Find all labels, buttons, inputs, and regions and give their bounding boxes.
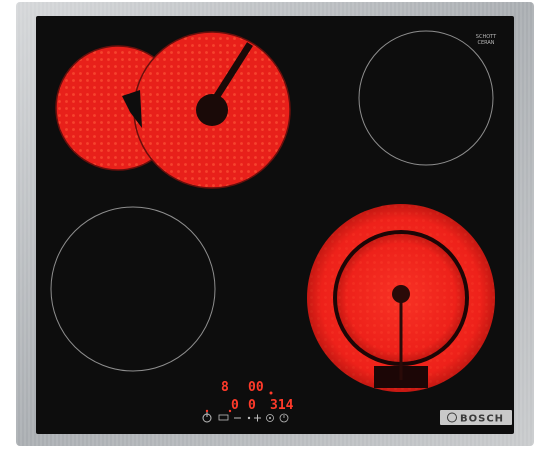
display-row2-left: 0 bbox=[231, 398, 239, 413]
brand-label: BOSCH bbox=[460, 414, 504, 425]
display-row2-right: 0 bbox=[248, 398, 256, 413]
display-row1-left: 8 bbox=[221, 380, 229, 395]
slider-dot-icon[interactable] bbox=[247, 416, 251, 420]
zone-front-right-dual-ring[interactable] bbox=[307, 204, 495, 392]
display-row1-right: 00 bbox=[248, 380, 264, 395]
display-timer: 314 bbox=[270, 398, 294, 413]
zone-rear-left-dual[interactable] bbox=[55, 31, 291, 189]
cooktop-photo: SCHOTT CERAN 8 00 0 0 314 BOSCH bbox=[16, 2, 534, 446]
brand-plate: BOSCH bbox=[440, 410, 512, 425]
glass-label-ceran: CERAN bbox=[477, 40, 494, 46]
